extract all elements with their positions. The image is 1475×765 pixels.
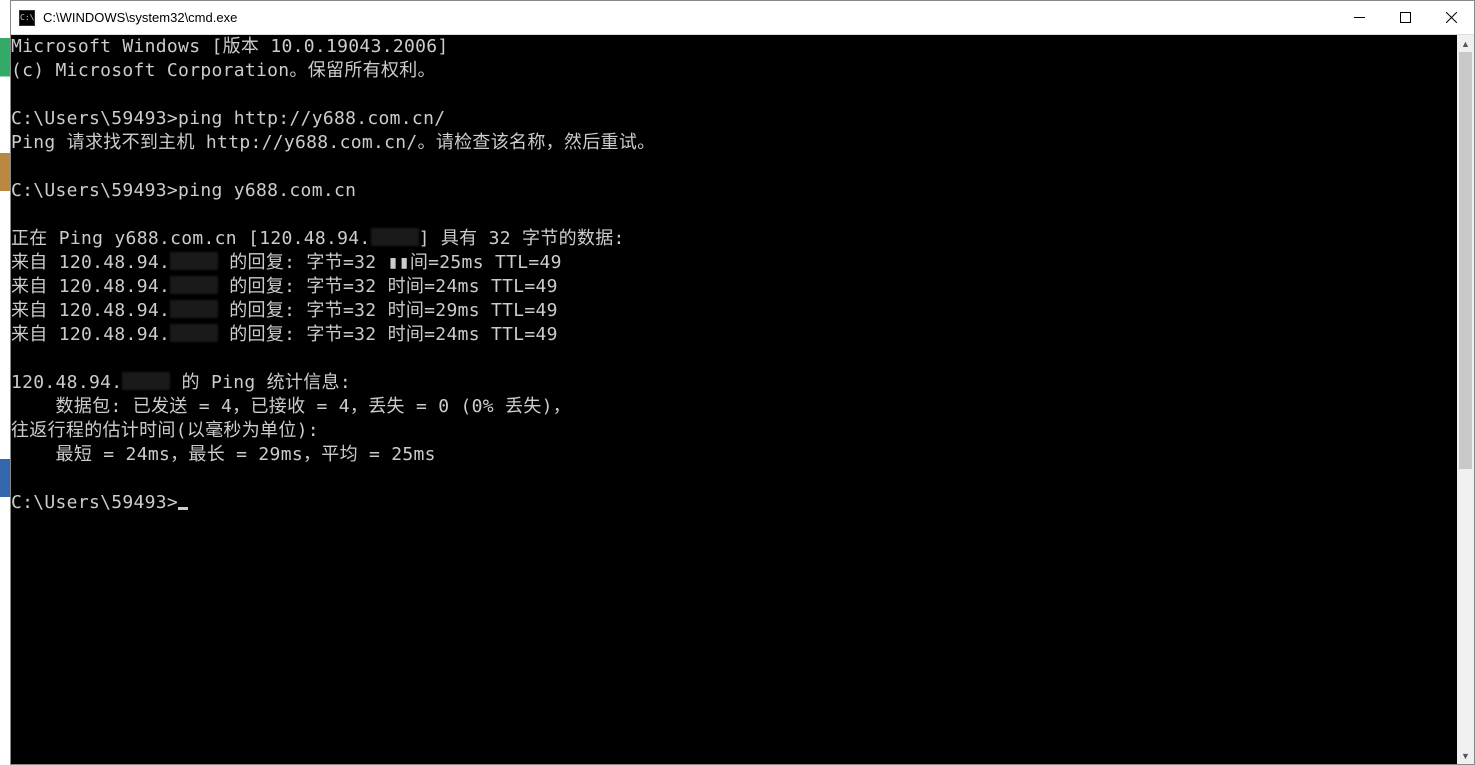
terminal-line: Microsoft Windows [版本 10.0.19043.2006] bbox=[11, 35, 1457, 59]
redacted-ip-segment bbox=[371, 228, 419, 246]
terminal-line: 来自 120.48.94. 的回复: 字节=32 时间=24ms TTL=49 bbox=[11, 275, 1457, 299]
terminal-line: 120.48.94. 的 Ping 统计信息: bbox=[11, 371, 1457, 395]
cmd-window: C:\ C:\WINDOWS\system32\cmd.exe Microsof… bbox=[10, 0, 1475, 765]
terminal-line: C:\Users\59493> bbox=[11, 491, 1457, 515]
terminal-output[interactable]: Microsoft Windows [版本 10.0.19043.2006](c… bbox=[11, 35, 1457, 764]
terminal-line: 正在 Ping y688.com.cn [120.48.94.] 具有 32 字… bbox=[11, 227, 1457, 251]
redacted-ip-segment bbox=[170, 276, 218, 294]
terminal-line: 数据包: 已发送 = 4，已接收 = 4，丢失 = 0 (0% 丢失)， bbox=[11, 395, 1457, 419]
scroll-down-button[interactable]: ▼ bbox=[1457, 747, 1474, 764]
terminal-area: Microsoft Windows [版本 10.0.19043.2006](c… bbox=[11, 35, 1474, 764]
redacted-ip-segment bbox=[170, 300, 218, 318]
terminal-line: 来自 120.48.94. 的回复: 字节=32 时间=24ms TTL=49 bbox=[11, 323, 1457, 347]
minimize-button[interactable] bbox=[1336, 2, 1382, 34]
terminal-line: (c) Microsoft Corporation。保留所有权利。 bbox=[11, 59, 1457, 83]
redacted-ip-segment bbox=[122, 372, 170, 390]
terminal-line bbox=[11, 347, 1457, 371]
terminal-line: Ping 请求找不到主机 http://y688.com.cn/。请检查该名称，… bbox=[11, 131, 1457, 155]
terminal-line bbox=[11, 467, 1457, 491]
terminal-cursor bbox=[178, 507, 188, 510]
maximize-button[interactable] bbox=[1382, 2, 1428, 34]
scroll-track[interactable] bbox=[1457, 52, 1474, 747]
terminal-line bbox=[11, 83, 1457, 107]
window-title: C:\WINDOWS\system32\cmd.exe bbox=[43, 10, 1336, 25]
terminal-line: C:\Users\59493>ping y688.com.cn bbox=[11, 179, 1457, 203]
vertical-scrollbar[interactable]: ▲ ▼ bbox=[1457, 35, 1474, 764]
terminal-line bbox=[11, 155, 1457, 179]
titlebar[interactable]: C:\ C:\WINDOWS\system32\cmd.exe bbox=[11, 1, 1474, 35]
terminal-line bbox=[11, 203, 1457, 227]
cmd-icon: C:\ bbox=[19, 10, 35, 26]
redacted-ip-segment bbox=[170, 324, 218, 342]
desktop-background-strip bbox=[0, 0, 10, 765]
scroll-up-button[interactable]: ▲ bbox=[1457, 35, 1474, 52]
terminal-line: 来自 120.48.94. 的回复: 字节=32 ▮▮间=25ms TTL=49 bbox=[11, 251, 1457, 275]
terminal-line: 最短 = 24ms，最长 = 29ms，平均 = 25ms bbox=[11, 443, 1457, 467]
terminal-line: 来自 120.48.94. 的回复: 字节=32 时间=29ms TTL=49 bbox=[11, 299, 1457, 323]
redacted-ip-segment bbox=[170, 252, 218, 270]
close-button[interactable] bbox=[1428, 2, 1474, 34]
scroll-thumb[interactable] bbox=[1459, 52, 1472, 469]
terminal-line: C:\Users\59493>ping http://y688.com.cn/ bbox=[11, 107, 1457, 131]
terminal-line: 往返行程的估计时间(以毫秒为单位): bbox=[11, 419, 1457, 443]
